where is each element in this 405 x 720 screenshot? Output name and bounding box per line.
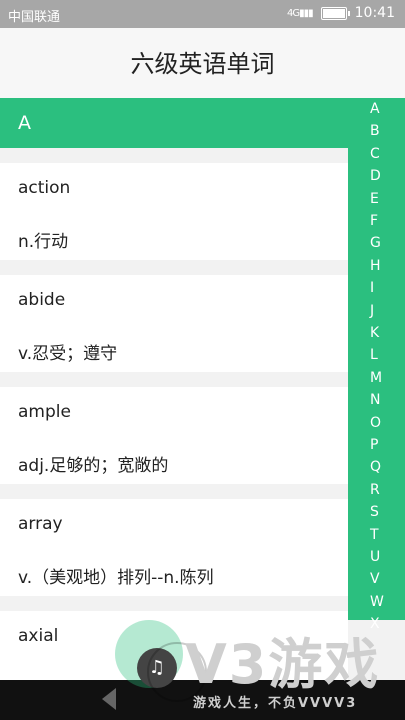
section-header-a: A	[0, 98, 405, 148]
word-meaning: v.（美观地）排列--n.陈列	[18, 568, 214, 588]
network-label: 4G	[287, 7, 300, 19]
index-letter-k[interactable]: K	[348, 325, 405, 341]
index-letter-w[interactable]: W	[348, 594, 405, 610]
word-item[interactable]: ample adj.足够的；宽敞的	[0, 387, 348, 484]
word-text: action	[18, 178, 71, 198]
index-letter-u[interactable]: U	[348, 549, 405, 565]
title-bar: 六级英语单词	[0, 28, 405, 98]
back-icon[interactable]	[102, 688, 116, 710]
index-letter-i[interactable]: I	[348, 280, 405, 296]
signal-icon: 4G▮▮▮	[287, 7, 314, 19]
index-letter-o[interactable]: O	[348, 415, 405, 431]
index-letter-s[interactable]: S	[348, 504, 405, 520]
word-text: abide	[18, 290, 66, 310]
section-letter: A	[18, 112, 31, 134]
status-bar: 中国联通 4G▮▮▮ 10:41	[0, 0, 405, 28]
index-letter-v[interactable]: V	[348, 571, 405, 587]
page-title: 六级英语单词	[130, 50, 275, 78]
carrier-label: 中国联通	[8, 10, 61, 25]
index-letter-c[interactable]: C	[348, 146, 405, 162]
battery-icon	[320, 6, 350, 20]
alphabet-index[interactable]: ABCDEFGHIJKLMNOPQRSTUVWX	[348, 98, 405, 632]
status-icons: 4G▮▮▮ 10:41	[287, 5, 395, 21]
index-letter-p[interactable]: P	[348, 437, 405, 453]
index-letter-m[interactable]: M	[348, 370, 405, 386]
word-meaning: v.忍受；遵守	[18, 344, 118, 364]
index-letter-q[interactable]: Q	[348, 459, 405, 475]
word-meaning: adj.足够的；宽敞的	[18, 456, 169, 476]
index-letter-j[interactable]: J	[348, 303, 405, 319]
word-text: ample	[18, 402, 71, 422]
word-meaning: n.行动	[18, 232, 69, 252]
index-letter-e[interactable]: E	[348, 191, 405, 207]
index-letter-a[interactable]: A	[348, 101, 405, 117]
watermark-slogan: 游戏人生，不负VVVV3	[193, 696, 358, 711]
index-letter-l[interactable]: L	[348, 347, 405, 363]
word-text: array	[18, 514, 63, 534]
index-letter-t[interactable]: T	[348, 527, 405, 543]
index-letter-g[interactable]: G	[348, 235, 405, 251]
clock: 10:41	[354, 5, 395, 21]
index-letter-f[interactable]: F	[348, 213, 405, 229]
word-text: axial	[18, 626, 59, 646]
index-letter-d[interactable]: D	[348, 168, 405, 184]
index-letter-b[interactable]: B	[348, 123, 405, 139]
watermark-overlay: ♫ V3游戏 游戏人生，不负VVVV3	[115, 620, 405, 720]
index-letter-n[interactable]: N	[348, 392, 405, 408]
word-item[interactable]: action n.行动	[0, 163, 348, 260]
watermark-logo: V3游戏	[185, 633, 381, 696]
index-letter-h[interactable]: H	[348, 258, 405, 274]
index-letter-r[interactable]: R	[348, 482, 405, 498]
word-item[interactable]: abide v.忍受；遵守	[0, 275, 348, 372]
word-item[interactable]: array v.（美观地）排列--n.陈列	[0, 499, 348, 596]
